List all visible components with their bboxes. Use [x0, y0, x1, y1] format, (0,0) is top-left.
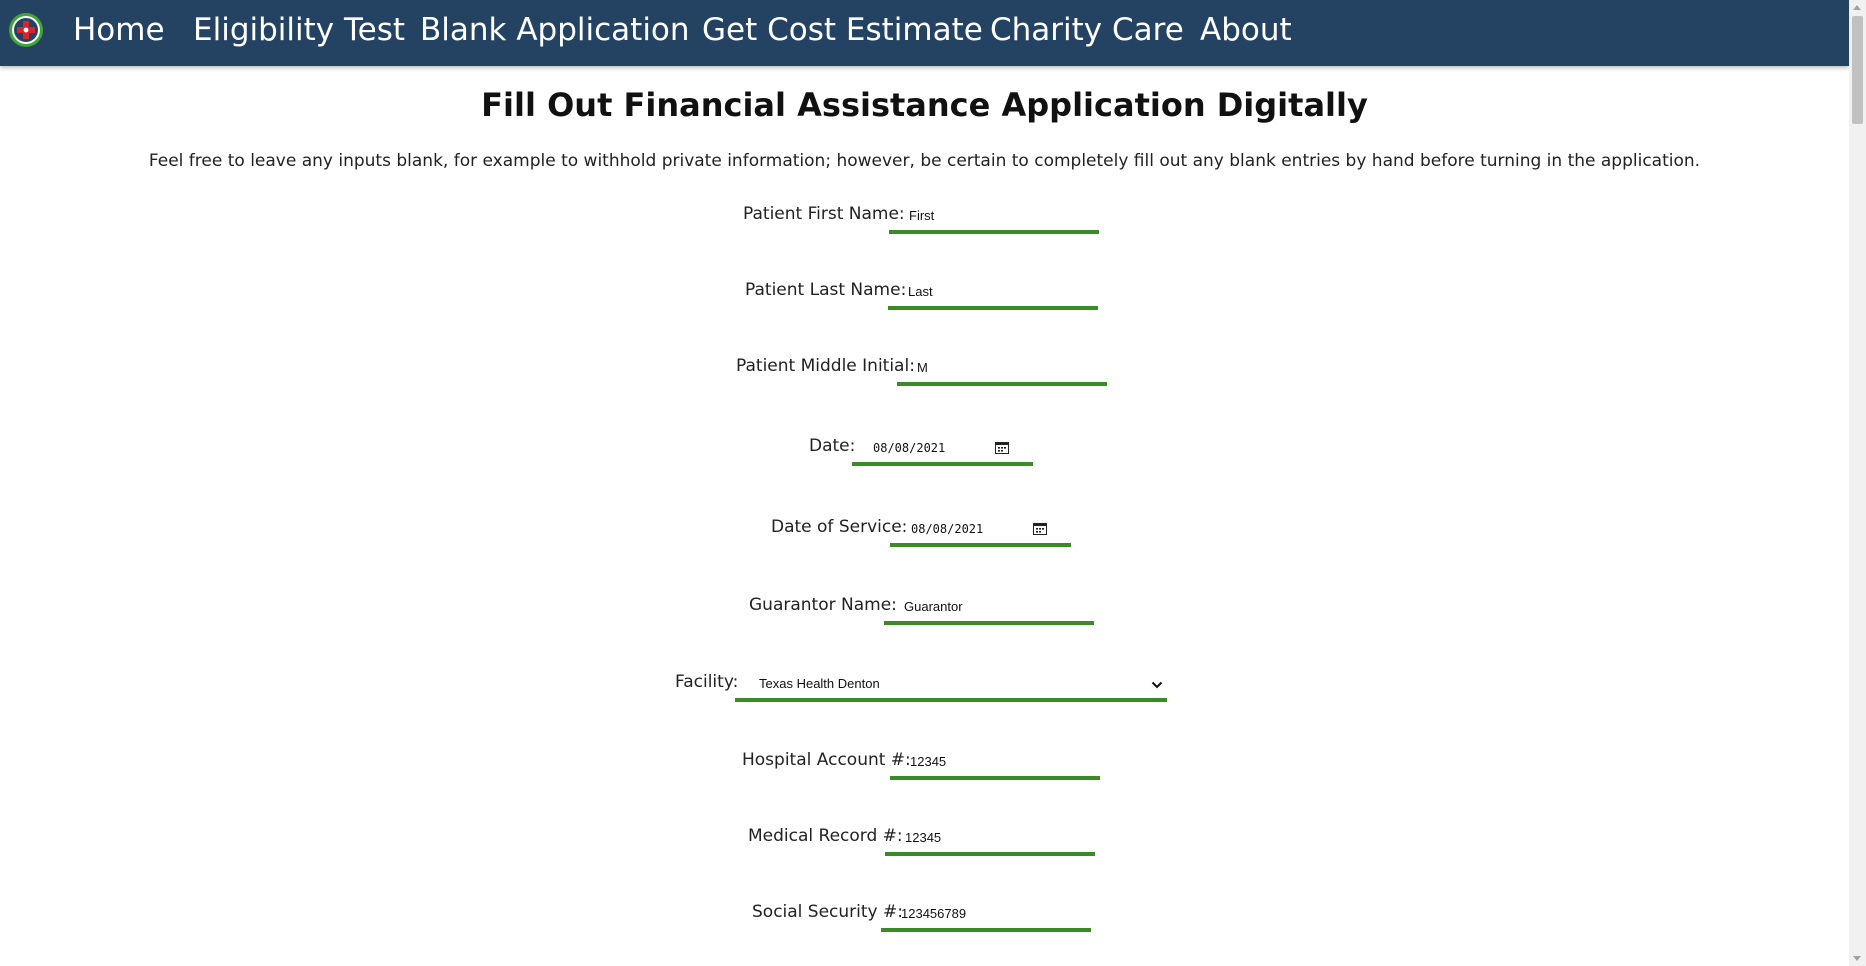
guarantor-name-input[interactable]: Guarantor — [884, 593, 1094, 625]
patient-first-name-value: First — [909, 208, 935, 223]
page-title: Fill Out Financial Assistance Applicatio… — [481, 86, 1368, 124]
patient-last-name-label: Patient Last Name: — [745, 280, 907, 300]
nav-blank-application[interactable]: Blank Application — [420, 12, 690, 48]
patient-last-name-value: Last — [908, 284, 933, 299]
date-value: 08/08/2021 — [873, 441, 946, 455]
scroll-up-arrow-icon[interactable] — [1853, 5, 1861, 10]
top-navbar: Home Eligibility Test Blank Application … — [0, 0, 1849, 66]
hospital-account-input[interactable]: 12345 — [890, 748, 1100, 780]
nav-home[interactable]: Home — [73, 12, 165, 48]
date-input[interactable]: 08/08/2021 — [852, 434, 1033, 466]
guarantor-name-value: Guarantor — [904, 599, 963, 614]
social-security-input[interactable]: 123456789 — [881, 900, 1091, 932]
patient-last-name-input[interactable]: Last — [888, 278, 1098, 310]
date-label: Date: — [809, 436, 856, 456]
guarantor-name-label: Guarantor Name: — [749, 595, 897, 615]
patient-middle-initial-input[interactable]: M — [897, 354, 1107, 386]
page-scrollbar[interactable] — [1849, 0, 1866, 966]
facility-select[interactable]: Texas Health Denton — [735, 670, 1167, 702]
medical-record-input[interactable]: 12345 — [885, 824, 1095, 856]
medical-cross-logo-icon[interactable] — [9, 13, 43, 47]
medical-record-label: Medical Record #: — [748, 826, 903, 846]
nav-eligibility-test[interactable]: Eligibility Test — [193, 12, 405, 48]
hospital-account-value: 12345 — [910, 754, 947, 769]
calendar-icon[interactable] — [1033, 522, 1047, 535]
patient-first-name-input[interactable]: First — [889, 202, 1099, 234]
patient-first-name-label: Patient First Name: — [743, 204, 905, 224]
date-of-service-input[interactable]: 08/08/2021 — [890, 515, 1071, 547]
patient-middle-initial-value: M — [917, 360, 928, 375]
social-security-value: 123456789 — [901, 906, 967, 921]
medical-record-value: 12345 — [905, 830, 942, 845]
nav-get-cost-estimate[interactable]: Get Cost Estimate — [702, 12, 983, 48]
facility-label: Facility: — [675, 672, 739, 692]
nav-about[interactable]: About — [1200, 12, 1292, 48]
nav-charity-care[interactable]: Charity Care — [990, 12, 1184, 48]
intro-text: Feel free to leave any inputs blank, for… — [148, 151, 1701, 171]
chevron-down-icon[interactable] — [1151, 680, 1163, 690]
date-of-service-label: Date of Service: — [771, 517, 908, 537]
scroll-thumb[interactable] — [1852, 16, 1863, 124]
facility-value: Texas Health Denton — [759, 676, 880, 691]
patient-middle-initial-label: Patient Middle Initial: — [736, 356, 915, 376]
hospital-account-label: Hospital Account #: — [742, 750, 911, 770]
scroll-down-arrow-icon[interactable] — [1853, 956, 1861, 961]
calendar-icon[interactable] — [995, 441, 1009, 454]
date-of-service-value: 08/08/2021 — [911, 522, 984, 536]
